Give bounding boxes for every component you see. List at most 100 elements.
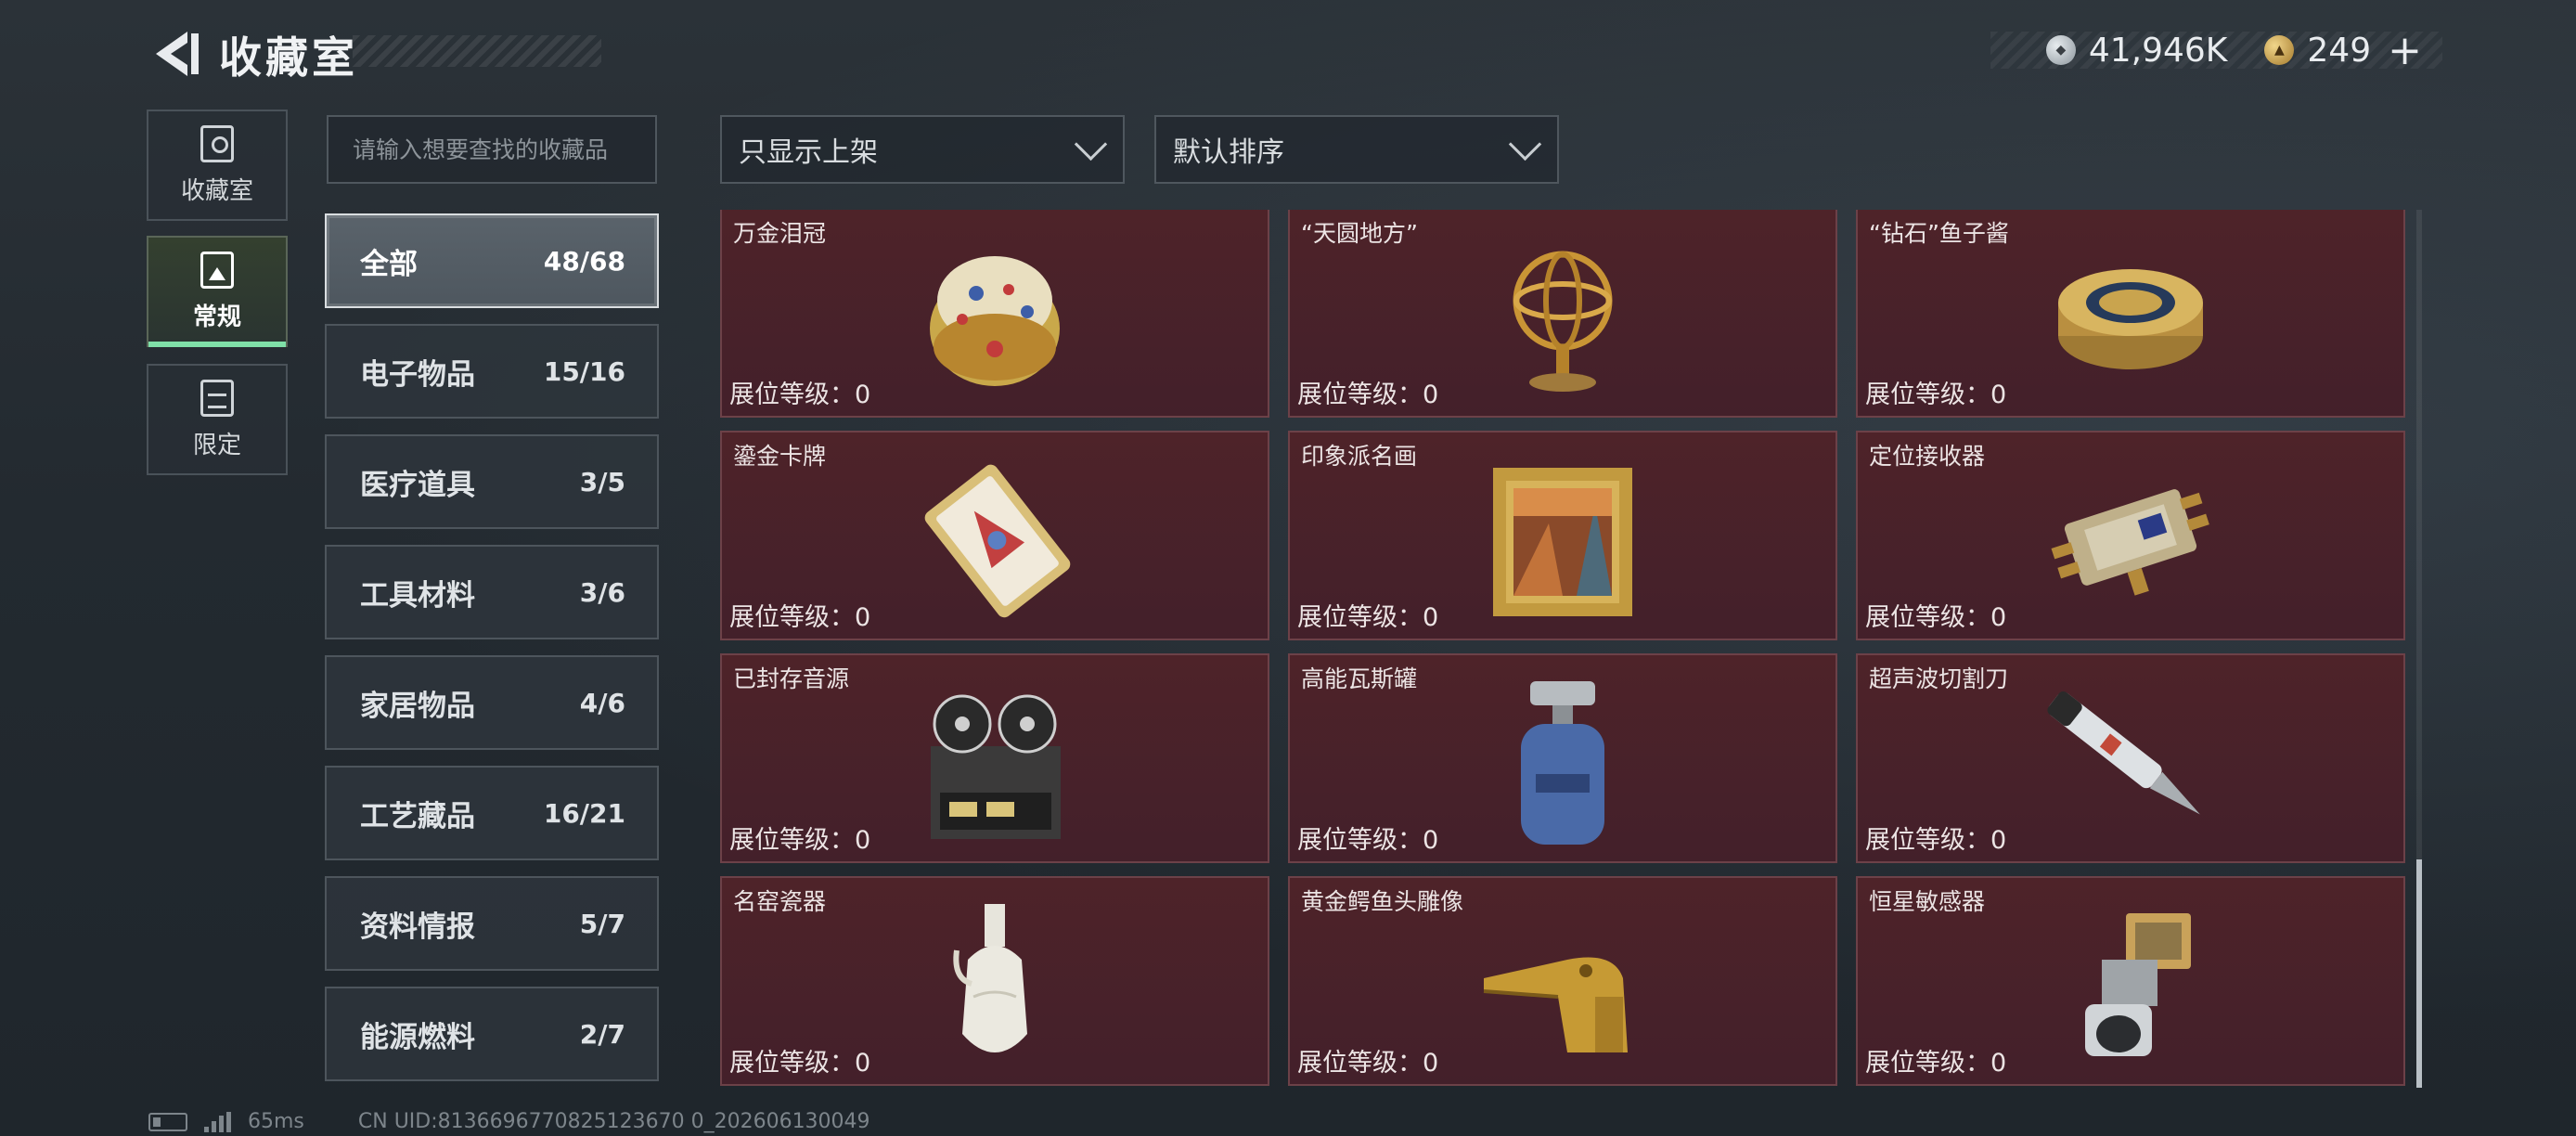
jeweled-egg-icon [930, 256, 1060, 386]
item-name: “天圆地方” [1301, 220, 1418, 247]
category-household[interactable]: 家居物品 4/6 [325, 655, 659, 750]
side-tab-regular[interactable]: 常规 [147, 236, 288, 347]
search-input[interactable] [351, 135, 633, 164]
back-button[interactable] [148, 28, 204, 80]
category-energy[interactable]: 能源燃料 2/7 [325, 987, 659, 1081]
framed-painting-icon [1493, 468, 1632, 616]
category-tools[interactable]: 工具材料 3/6 [325, 545, 659, 639]
side-tab-limited[interactable]: 限定 [147, 364, 288, 475]
star-sensor-icon [2085, 913, 2191, 1056]
item-card[interactable]: “天圆地方” 展位等级：0 [1288, 210, 1837, 418]
back-arrow-icon [156, 32, 199, 76]
reel-tape-recorder-icon [931, 694, 1061, 839]
item-name: 定位接收器 [1869, 443, 1986, 470]
status-bar: 65ms CN UID:8136696770825123670 0_202606… [148, 1110, 870, 1133]
chevron-down-icon [1074, 127, 1108, 161]
search-box [327, 115, 657, 184]
gps-receiver-icon [2051, 489, 2209, 596]
category-medical[interactable]: 医疗道具 3/5 [325, 434, 659, 529]
add-gold-button[interactable]: + [2388, 27, 2422, 74]
ultrasonic-cutter-icon [2047, 691, 2200, 815]
category-label: 电子物品 [360, 357, 475, 392]
item-card[interactable]: 黄金鳄鱼头雕像 展位等级：0 [1288, 876, 1837, 1086]
armillary-sphere-icon [1513, 251, 1613, 392]
side-tab-label: 收藏室 [180, 176, 253, 205]
category-count: 3/5 [579, 466, 625, 497]
porcelain-vase-icon [953, 904, 1027, 1052]
battery-icon [148, 1112, 187, 1131]
category-electronics[interactable]: 电子物品 15/16 [325, 324, 659, 419]
item-card[interactable]: 万金泪冠 展位等级：0 [720, 210, 1269, 418]
sort-dropdown[interactable]: 默认排序 [1154, 115, 1559, 184]
item-name: 已封存音源 [733, 665, 850, 692]
side-tab-label: 常规 [192, 303, 241, 331]
item-level: 展位等级：0 [1297, 1049, 1439, 1078]
item-card[interactable]: 鎏金卡牌 展位等级：0 [720, 431, 1269, 640]
item-level: 展位等级：0 [729, 1049, 871, 1078]
item-card[interactable]: 已封存音源 展位等级：0 [720, 653, 1269, 863]
category-count: 4/6 [579, 687, 625, 718]
item-card[interactable]: 定位接收器 展位等级：0 [1856, 431, 2405, 640]
title-stripe [353, 35, 601, 67]
item-level: 展位等级：0 [1865, 1049, 2007, 1078]
gold-balance: 249 [2307, 31, 2372, 70]
item-card[interactable]: 名窑瓷器 展位等级：0 [720, 876, 1269, 1086]
category-count: 48/68 [543, 245, 625, 277]
side-tab-collection-room[interactable]: 收藏室 [147, 110, 288, 221]
signal-icon [204, 1111, 231, 1132]
silver-balance: 41,946K [2088, 31, 2228, 70]
item-name: 名窑瓷器 [733, 888, 827, 915]
item-grid: 万金泪冠 展位等级：0 “天圆地方” 展位等级：0 “钻石”鱼子酱 展位等级：0 [720, 210, 2407, 1088]
item-level: 展位等级：0 [1865, 826, 2007, 855]
scrollbar-thumb[interactable] [2416, 859, 2422, 1088]
item-level: 展位等级：0 [1865, 603, 2007, 632]
category-label: 全部 [360, 247, 418, 281]
category-label: 能源燃料 [360, 1020, 475, 1054]
category-label: 工具材料 [360, 578, 475, 613]
currency-bar: ◆ 41,946K ▲ 249 + [1990, 27, 2442, 74]
item-card[interactable]: “钻石”鱼子酱 展位等级：0 [1856, 210, 2405, 418]
item-name: 超声波切割刀 [1869, 665, 2009, 692]
item-card[interactable]: 印象派名画 展位等级：0 [1288, 431, 1837, 640]
item-name: 恒星敏感器 [1869, 888, 1986, 915]
item-name: 高能瓦斯罐 [1301, 665, 1418, 692]
collection-room-icon [200, 124, 234, 162]
page-title: 收藏室 [219, 32, 358, 83]
item-level: 展位等级：0 [1297, 381, 1439, 409]
gas-canister-icon [1521, 681, 1604, 845]
item-name: 黄金鳄鱼头雕像 [1301, 888, 1464, 915]
category-count: 3/6 [579, 576, 625, 608]
category-intel[interactable]: 资料情报 5/7 [325, 876, 659, 971]
category-crafts[interactable]: 工艺藏品 16/21 [325, 766, 659, 860]
gilded-card-icon [924, 464, 1071, 618]
category-count: 15/16 [543, 355, 625, 387]
category-count: 2/7 [579, 1018, 625, 1050]
category-label: 资料情报 [360, 910, 475, 944]
ping-value: 65ms [248, 1110, 304, 1133]
item-name: 万金泪冠 [733, 220, 827, 247]
item-name: 鎏金卡牌 [733, 443, 827, 470]
uid-text: CN UID:8136696770825123670 0_20260613004… [357, 1110, 870, 1133]
category-label: 医疗道具 [360, 468, 475, 502]
category-label: 工艺藏品 [360, 799, 475, 833]
grid-scrollbar[interactable] [2416, 210, 2422, 1088]
shelf-filter-dropdown[interactable]: 只显示上架 [720, 115, 1125, 184]
item-level: 展位等级：0 [1297, 826, 1439, 855]
item-card[interactable]: 恒星敏感器 展位等级：0 [1856, 876, 2405, 1086]
top-bar: 收藏室 ◆ 41,946K ▲ 249 + [0, 0, 2576, 102]
item-card[interactable]: 高能瓦斯罐 展位等级：0 [1288, 653, 1837, 863]
category-count: 16/21 [543, 797, 625, 829]
shelf-filter-label: 只显示上架 [739, 136, 878, 169]
item-card[interactable]: 超声波切割刀 展位等级：0 [1856, 653, 2405, 863]
category-count: 5/7 [579, 908, 625, 939]
item-level: 展位等级：0 [729, 381, 871, 409]
caviar-tin-icon [2058, 269, 2203, 369]
category-all[interactable]: 全部 48/68 [325, 213, 659, 308]
item-level: 展位等级：0 [1865, 381, 2007, 409]
limited-icon [200, 379, 234, 417]
category-label: 家居物品 [360, 689, 475, 723]
item-level: 展位等级：0 [1297, 603, 1439, 632]
chevron-down-icon [1508, 127, 1542, 161]
sort-label: 默认排序 [1173, 136, 1284, 169]
regular-icon [200, 251, 234, 289]
